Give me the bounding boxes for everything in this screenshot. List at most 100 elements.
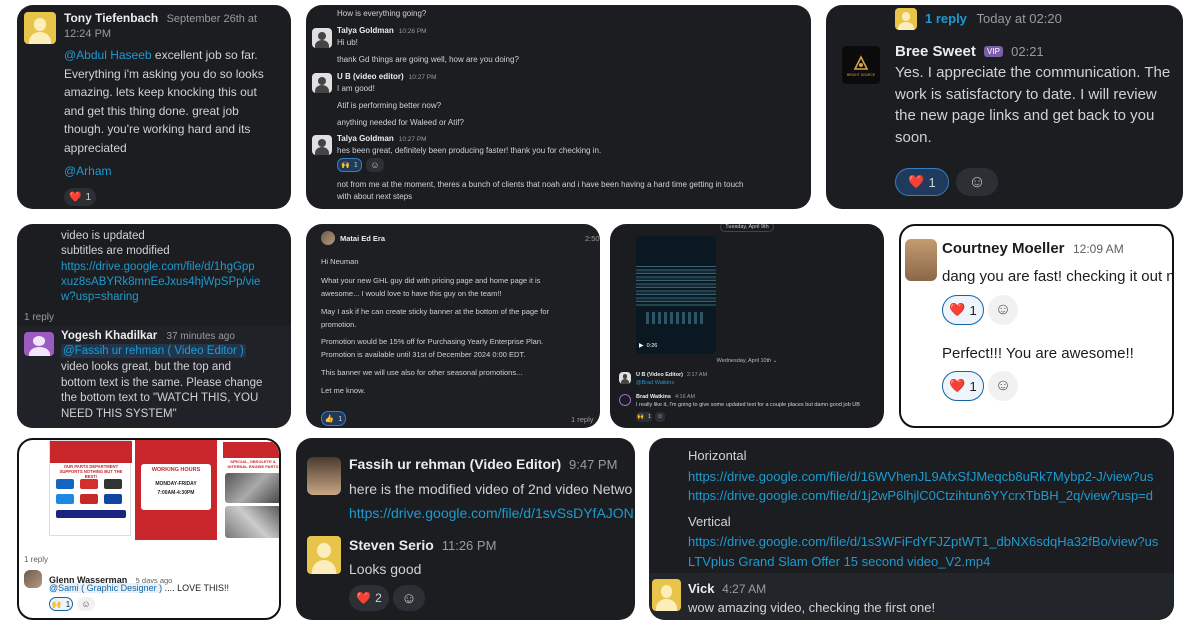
timestamp[interactable]: September 26th at [167,13,258,25]
mention[interactable]: @Sami ( Graphic Designer ) [49,583,163,593]
drive-link[interactable]: xuz8sABYRk8mnEeJxus4hjWpSPp/vie [61,276,260,288]
image-attachment-hours[interactable]: WORKING HOURS MONDAY-FRIDAY 7:00AM-4:30P… [135,440,217,540]
heart-icon: ❤️ [949,302,966,317]
reaction-heart[interactable]: ❤️ 1 [942,295,984,325]
author-name[interactable]: U B (video editor) [337,72,404,81]
play-icon[interactable]: ▶ [639,342,644,349]
drive-link[interactable]: https://drive.google.com/file/d/1s3WFiFd… [688,534,1174,549]
add-reaction-button[interactable]: ☺ [655,412,665,422]
reaction-thumbs-up[interactable]: 👍 1 [321,411,346,426]
drive-link[interactable]: https://drive.google.com/file/d/1j2wP6lh… [688,488,1174,503]
mention[interactable]: @Fassih ur rehman ( Video Editor ) [61,344,246,358]
author-name[interactable]: Fassih ur rehman (Video Editor) [349,456,561,472]
message-line: awesome... I would love to have this guy… [321,289,502,298]
mention[interactable]: @Abdul Haseeb [64,48,152,62]
message-line: How is everything going? [337,9,427,18]
add-reaction-button[interactable]: ☺ [393,585,425,611]
message-line: anything needed for Waleed or Atif? [337,118,464,127]
timestamp[interactable]: 10:26 PM [399,28,427,35]
reply-count-link[interactable]: 1 reply [925,11,967,26]
timestamp[interactable]: 12:09 AM [1073,242,1124,256]
author-name[interactable]: Yogesh Khadilkar [61,330,157,342]
drive-link[interactable]: w?usp=sharing [61,291,139,303]
drive-link[interactable]: https://drive.google.com/file/d/1hgGpp [61,261,255,273]
mention[interactable]: @Arham [64,164,112,178]
add-reaction-button[interactable]: ☺ [77,597,95,611]
author-name[interactable]: Talya Goldman [337,134,394,143]
drive-link[interactable]: https://drive.google.com/file/d/1svSsDYf… [349,505,635,521]
message-card-video-editor: Tuesday, April 9th ▶ 0:26 Wednesday, Apr… [610,224,884,428]
image-attachment-parts[interactable]: SPECIAL, OBSOLETE & INTERNAL ENGINE PART… [221,440,279,550]
timestamp[interactable]: 10:27 PM [399,136,427,143]
author-name[interactable]: Matai Ed Era [340,234,385,243]
timestamp[interactable]: 37 minutes ago [167,331,235,342]
avatar[interactable] [307,536,341,574]
avatar[interactable] [652,579,681,611]
message-card-yogesh: video is updated subtitles are modified … [17,224,291,428]
timestamp[interactable]: 02:21 [1011,44,1044,59]
reaction-heart[interactable]: ❤️ 1 [895,168,949,196]
timestamp[interactable]: 4:16 AM [675,394,695,400]
timestamp[interactable]: 2:17 AM [687,372,707,378]
timestamp[interactable]: 9:47 PM [569,457,617,472]
message-card-tony: Tony Tiefenbach September 26th at 12:24 … [17,5,291,209]
timestamp[interactable]: 2:50 [585,234,600,243]
mention[interactable]: @Brad Watkins [636,380,674,386]
author-name[interactable]: Tony Tiefenbach [64,11,158,25]
message-body: video looks great, but the top and botto… [61,360,289,422]
reaction-raised-hands[interactable]: 🙌 1 [636,412,652,422]
reply-count-link[interactable]: 1 reply [24,312,54,323]
avatar[interactable] [619,394,631,406]
avatar[interactable] [24,12,56,44]
message-line: video looks great, but the top and [61,361,232,373]
author-name[interactable]: Steven Serio [349,537,434,553]
reply-timestamp[interactable]: Today at 02:20 [977,11,1062,26]
add-reaction-button[interactable]: ☺ [988,371,1018,401]
date-divider: Tuesday, April 9th [610,224,884,232]
reaction-heart[interactable]: ❤️ 1 [64,188,96,206]
avatar[interactable] [905,239,937,281]
avatar[interactable] [307,457,341,495]
message-card-courtney: Courtney Moeller 12:09 AM dang you are f… [899,224,1174,428]
timestamp[interactable]: 4:27 AM [722,582,766,596]
heart-icon: ❤️ [908,174,925,189]
add-reaction-button[interactable]: ☺ [988,295,1018,325]
avatar[interactable] [312,73,332,93]
avatar[interactable] [321,231,335,245]
author-name[interactable]: U B (Video Editor) [636,372,683,378]
smile-plus-icon: ☺ [81,599,91,609]
author-name[interactable]: Courtney Moeller [942,240,1065,257]
video-thumbnail[interactable]: ▶ 0:26 [636,236,716,354]
reaction-raised-hands[interactable]: 🙌 1 [337,158,362,172]
image-attachment-banner[interactable]: OUR PARTS DEPARTMENT SUPPORTS NOTHING BU… [49,440,132,536]
timestamp[interactable]: 11:26 PM [442,538,497,553]
message-line: work is satisfactory to date. I will rev… [895,85,1157,103]
message-line: Yes. I appreciate the communication. The [895,64,1171,81]
author-name[interactable]: Brad Watkins [636,394,671,400]
reaction-raised-hands[interactable]: 🙌 1 [49,597,73,611]
add-reaction-button[interactable]: ☺ [366,158,384,172]
avatar[interactable] [24,332,54,356]
reaction-heart[interactable]: ❤️ 2 [349,585,389,611]
author-name[interactable]: Talya Goldman [337,26,394,35]
reply-count-link[interactable]: 1 reply [571,415,594,424]
reply-count-link[interactable]: 1 reply [24,555,48,564]
author-name[interactable]: Bree Sweet [895,43,976,60]
author-name[interactable]: Vick [688,581,715,596]
drive-link[interactable]: https://drive.google.com/file/d/16WVhenJ… [688,469,1174,484]
section-label: Horizontal [688,448,747,463]
avatar[interactable] [312,135,332,155]
avatar[interactable] [312,28,332,48]
timestamp[interactable]: 10:27 PM [409,74,437,81]
add-reaction-button[interactable]: ☺ [956,168,998,196]
company-logo[interactable]: BRIGHT SOURCE [842,46,880,84]
message-card-bree: 1 reply Today at 02:20 BRIGHT SOURCE Bre… [826,5,1183,209]
avatar[interactable] [619,372,631,384]
message-line: Perfect!!! You are awesome!! [942,345,1134,362]
avatar[interactable] [895,8,917,30]
file-link[interactable]: LTVplus Grand Slam Offer 15 second video… [688,554,990,569]
avatar[interactable] [24,570,42,588]
raised-hands-icon: 🙌 [341,162,350,169]
message-line: thank Gd things are going well, how are … [337,55,519,64]
reaction-heart[interactable]: ❤️ 1 [942,371,984,401]
